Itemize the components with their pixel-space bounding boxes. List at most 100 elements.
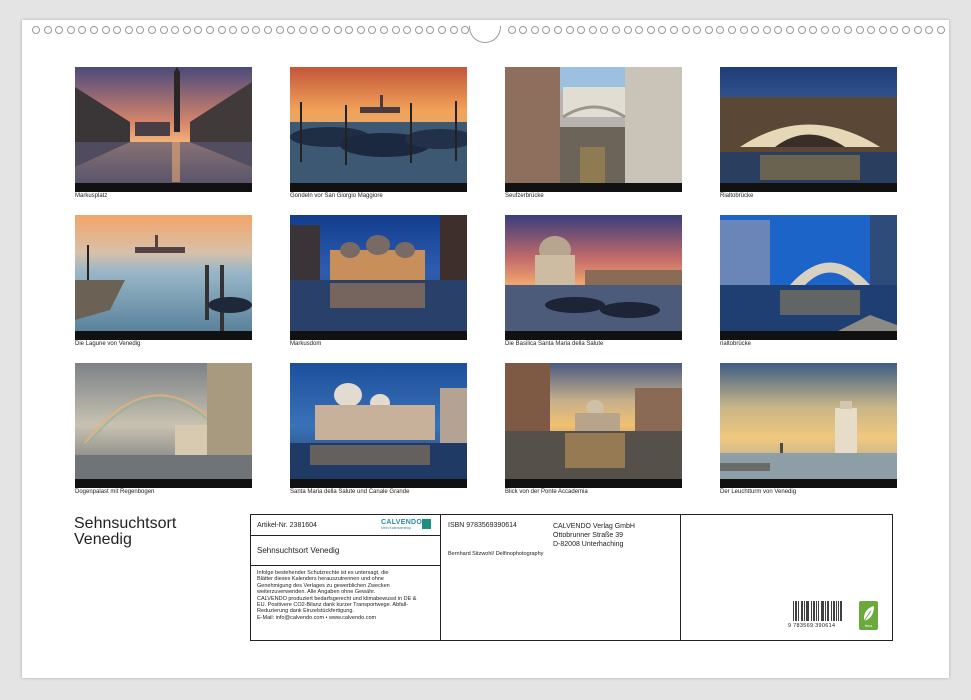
binding-ring xyxy=(182,26,191,34)
binding-ring xyxy=(855,26,864,34)
caption-12: Der Leuchtturm von Venedig xyxy=(720,489,797,495)
binding-ring xyxy=(55,26,64,34)
binding-ring xyxy=(936,26,945,34)
binding-ring xyxy=(113,26,122,34)
caption-3: Seufzerbrücke xyxy=(505,193,544,199)
divider xyxy=(251,565,440,566)
binding-ring xyxy=(310,26,319,34)
divider xyxy=(440,515,441,640)
binding-ring xyxy=(612,26,620,34)
binding-ring xyxy=(507,26,516,34)
binding-ring xyxy=(728,26,736,34)
caption-5: Die Lagune von Venedig xyxy=(75,341,141,347)
photo-rialtobruecke-2 xyxy=(720,215,897,340)
eco-label-icon: feco xyxy=(859,601,878,630)
calendar-title: Sehnsuchtsort Venedig xyxy=(74,516,176,548)
binding-ring xyxy=(902,26,910,34)
binding-ring xyxy=(403,26,412,34)
binding-ring xyxy=(449,26,458,34)
binding-ring xyxy=(414,26,423,34)
binding-ring xyxy=(333,26,342,34)
binding-ring xyxy=(577,26,586,34)
legal-notice: Infolge bestehender Schutzrechte ist es … xyxy=(257,570,437,621)
binding-ring xyxy=(43,26,52,34)
binding-ring xyxy=(635,26,644,34)
binding-ring xyxy=(124,26,133,34)
article-number: Artikel-Nr. 2381604 xyxy=(257,522,317,529)
binding-ring xyxy=(878,26,887,34)
binding-ring xyxy=(890,26,899,34)
caption-4: Rialtobrücke xyxy=(720,193,754,199)
binding-ring xyxy=(136,26,145,34)
binding-ring xyxy=(217,26,226,34)
caption-1: Markusplatz xyxy=(75,193,108,199)
binding-ring xyxy=(229,26,238,34)
photo-dogenpalast xyxy=(75,363,252,488)
photo-ponte-accademia xyxy=(505,363,682,488)
binding-ring xyxy=(925,26,934,34)
calvendo-logo-icon xyxy=(422,519,431,529)
calvendo-logo: CALVENDO Mein Kalendershop xyxy=(381,519,431,530)
product-title: Sehnsuchtsort Venedig xyxy=(257,546,340,555)
legal-line: E-Mail: info@calvendo.com • www.calvendo… xyxy=(257,614,377,621)
binding-ring xyxy=(32,26,40,34)
binding-ring xyxy=(751,26,760,34)
binding-ring xyxy=(542,26,551,34)
binding-ring xyxy=(786,26,794,34)
binding-ring xyxy=(391,26,400,34)
binding-ring xyxy=(438,26,446,34)
binding-ring xyxy=(844,26,852,34)
binding-ring xyxy=(809,26,818,34)
binding-ring xyxy=(739,26,748,34)
binding-ring xyxy=(90,26,98,34)
binding-ring xyxy=(530,26,539,34)
binding-ring xyxy=(797,26,806,34)
binding-ring xyxy=(264,26,272,34)
binding-ring xyxy=(600,26,609,34)
binding-ring xyxy=(774,26,783,34)
binding-ring xyxy=(252,26,261,34)
binding-ring xyxy=(832,26,841,34)
binding-ring xyxy=(913,26,922,34)
calendar-back-page: Markusplatz Gondeln vor San Giorgio Magg… xyxy=(22,20,949,678)
binding-ring xyxy=(716,26,725,34)
binding-ring xyxy=(693,26,702,34)
binding-ring xyxy=(646,26,655,34)
divider xyxy=(251,535,440,536)
caption-6: Markusdom xyxy=(290,341,322,347)
binding-ring xyxy=(322,26,330,34)
binding-ring xyxy=(78,26,87,34)
binding-ring xyxy=(867,26,876,34)
binding-ring xyxy=(426,26,435,34)
publisher-address: CALVENDO Verlag GmbH Ottobrunner Straße … xyxy=(553,523,635,548)
binding-rings xyxy=(22,26,949,43)
isbn: ISBN 9783569390614 xyxy=(448,522,517,529)
binding-ring xyxy=(704,26,713,34)
binding-ring xyxy=(298,26,307,34)
caption-7: Die Basilica Santa Maria della Salute xyxy=(505,341,604,347)
binding-ring xyxy=(380,26,388,34)
photo-markusplatz xyxy=(75,67,252,192)
binding-ring xyxy=(275,26,284,34)
calendar-title-line2: Venedig xyxy=(74,531,132,548)
photo-leuchtturm xyxy=(720,363,897,488)
binding-ring xyxy=(356,26,365,34)
photo-canale-grande xyxy=(290,363,467,488)
caption-2: Gondeln vor San Giorgio Maggiore xyxy=(290,193,383,199)
hanger-hook xyxy=(469,26,501,43)
binding-ring xyxy=(368,26,377,34)
binding-ring xyxy=(101,26,110,34)
photo-seufzerbruecke xyxy=(505,67,682,192)
binding-ring xyxy=(565,26,574,34)
barcode-number: 9 783569 390614 xyxy=(788,623,836,629)
binding-ring xyxy=(194,26,203,34)
caption-11: Blick von der Ponte Accademia xyxy=(505,489,588,495)
binding-ring xyxy=(148,26,156,34)
binding-ring xyxy=(66,26,75,34)
binding-ring xyxy=(623,26,632,34)
barcode xyxy=(793,601,842,621)
binding-ring xyxy=(588,26,597,34)
calendar-title-line1: Sehnsuchtsort xyxy=(74,515,177,532)
divider xyxy=(680,515,681,640)
binding-ring xyxy=(171,26,180,34)
